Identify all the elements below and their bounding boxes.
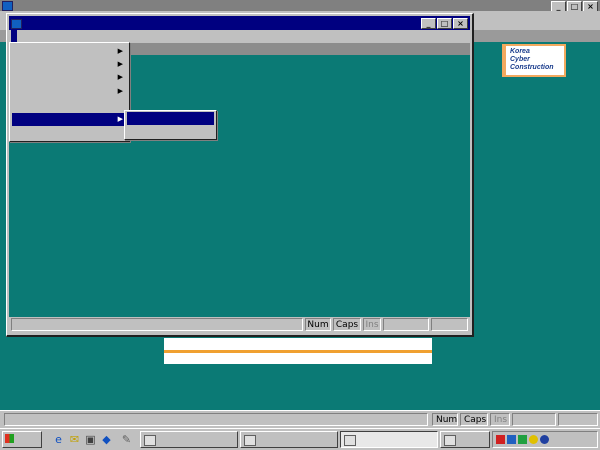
minimize-button[interactable]: _ (421, 18, 436, 29)
taskbar-task-2[interactable] (240, 431, 338, 448)
submenu-arrow-icon: ▶ (117, 115, 123, 123)
taskbar-task-4[interactable] (440, 431, 490, 448)
submenu-arrow-icon: ▶ (117, 47, 123, 55)
desktop-icon[interactable]: ▣ (84, 433, 97, 446)
status-time (431, 318, 468, 331)
status-date (383, 318, 429, 331)
dropdown-item-1[interactable]: ▶ (12, 45, 127, 58)
outer-status-message (4, 413, 428, 426)
outer-status-caps: Caps (460, 413, 488, 426)
submenu-arrow-icon: ▶ (117, 87, 123, 95)
tray-network-icon[interactable] (507, 435, 516, 444)
system-tray (492, 431, 598, 448)
taskbar-task-1[interactable] (140, 431, 238, 448)
ie-icon[interactable]: e (52, 433, 65, 446)
outer-statusbar: Num Caps Ins (0, 410, 600, 428)
submenu-arrow-icon: ▶ (117, 73, 123, 81)
submenu (124, 110, 217, 140)
status-num: Num (305, 318, 331, 331)
start-button[interactable] (2, 431, 42, 448)
dropdown-item-4[interactable]: ▶ (12, 85, 127, 98)
window-app-icon[interactable] (11, 19, 22, 29)
status-ins: Ins (363, 318, 381, 331)
tray-volume-icon[interactable] (529, 435, 538, 444)
close-button[interactable]: × (453, 18, 468, 29)
outer-status-date (512, 413, 556, 426)
window-titlebar[interactable]: _ □ × (9, 16, 470, 30)
status-caps: Caps (333, 318, 361, 331)
logo-line: Construction (510, 64, 554, 71)
logo-box: Korea Cyber Construction (506, 46, 564, 75)
orange-divider (164, 350, 432, 353)
dropdown-item-5[interactable] (12, 99, 127, 112)
outlook-icon[interactable]: ✉ (68, 433, 81, 446)
outer-status-time (558, 413, 598, 426)
maximize-button[interactable]: □ (437, 18, 452, 29)
channel-icon[interactable]: ◆ (100, 433, 113, 446)
task-app-icon (444, 435, 456, 446)
logo-line: Cyber (510, 56, 530, 63)
outer-status-ins: Ins (490, 413, 510, 426)
logo-line: Korea (510, 48, 530, 55)
windows-logo-icon (5, 434, 14, 443)
dropdown-item-7[interactable] (12, 127, 127, 140)
dropdown-item-2[interactable]: ▶ (12, 58, 127, 71)
task-app-icon (344, 435, 356, 446)
main-dropdown-menu: ▶ ▶ ▶ ▶ ▶ (9, 42, 130, 142)
tray-app-icon[interactable] (496, 435, 505, 444)
task-app-icon (144, 435, 156, 446)
tray-globe-icon[interactable] (540, 435, 549, 444)
status-message (11, 318, 303, 331)
outer-maximize-button[interactable]: □ (567, 1, 582, 11)
outer-minimize-button[interactable]: _ (551, 1, 566, 11)
company-logo: Korea Cyber Construction (502, 44, 566, 77)
submenu-item-1[interactable] (127, 112, 214, 125)
tray-monitor-icon[interactable] (518, 435, 527, 444)
dropdown-item-3[interactable]: ▶ (12, 71, 127, 84)
outer-close-button[interactable]: × (583, 1, 598, 11)
taskbar-task-3[interactable] (340, 431, 438, 448)
window-statusbar: Num Caps Ins (9, 317, 470, 333)
outer-window-titlebar[interactable]: _ □ × (0, 0, 600, 11)
submenu-arrow-icon: ▶ (117, 60, 123, 68)
outer-status-num: Num (432, 413, 458, 426)
dropdown-item-6[interactable]: ▶ (12, 113, 127, 126)
background-panel (164, 338, 432, 364)
app-icon[interactable] (2, 1, 13, 11)
task-app-icon (244, 435, 256, 446)
taskbar: e ✉ ▣ ◆ ✎ (0, 428, 600, 450)
submenu-item-2[interactable] (127, 125, 214, 138)
tools-icon[interactable]: ✎ (120, 433, 133, 446)
